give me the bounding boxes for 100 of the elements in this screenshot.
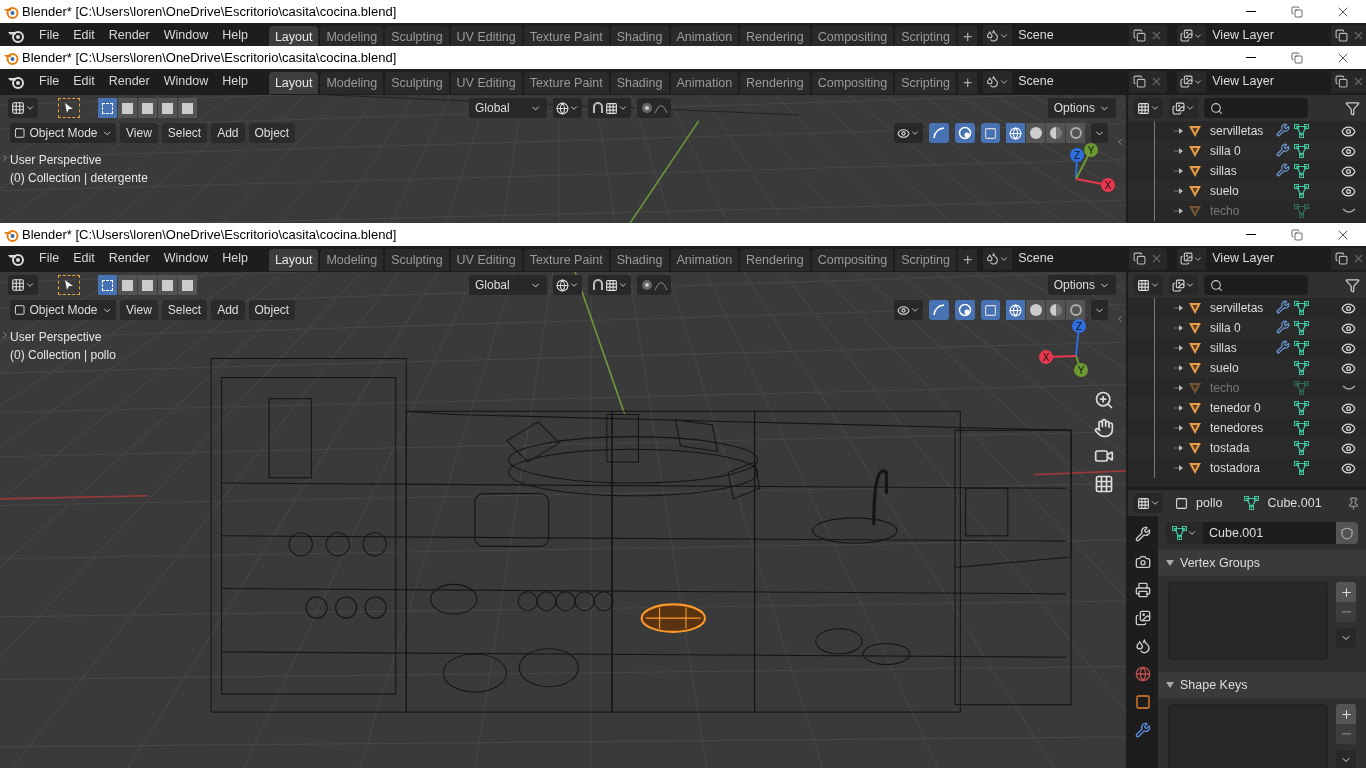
- eye-icon[interactable]: [1341, 440, 1356, 456]
- workspace-tab[interactable]: Scripting: [895, 249, 956, 271]
- scene-selector[interactable]: Scene: [983, 70, 1168, 93]
- workspace-tab[interactable]: UV Editing: [450, 249, 522, 271]
- wrench-icon[interactable]: [1276, 143, 1290, 157]
- specials-button[interactable]: [1336, 750, 1356, 768]
- workspace-tab[interactable]: Compositing: [811, 26, 894, 46]
- expand-sidebar-icon[interactable]: [1115, 314, 1125, 324]
- proportional-editing-button[interactable]: [637, 275, 671, 295]
- pivot-point-button[interactable]: [553, 275, 582, 295]
- workspace-tab[interactable]: Sculpting: [385, 72, 449, 94]
- scene-selector[interactable]: Scene: [983, 247, 1168, 270]
- mode-dropdown[interactable]: Object Mode: [10, 123, 116, 143]
- wrench-icon[interactable]: [1135, 722, 1151, 738]
- blender-menu-icon[interactable]: [7, 28, 25, 43]
- object-icon[interactable]: [1135, 694, 1151, 710]
- scene-selector[interactable]: Scene: [983, 24, 1168, 46]
- add-button[interactable]: [1336, 582, 1356, 602]
- selection-mode-button[interactable]: [138, 98, 157, 118]
- images-icon[interactable]: [1135, 610, 1151, 626]
- workspace-tab[interactable]: Modeling: [320, 72, 384, 94]
- workspace-tab[interactable]: Shading: [610, 72, 669, 94]
- tool-settings-button[interactable]: [8, 275, 38, 295]
- globe-icon[interactable]: [1135, 666, 1151, 682]
- display-mode-button[interactable]: [1169, 98, 1198, 118]
- workspace-tab[interactable]: Shading: [610, 249, 669, 271]
- mesh-name-field[interactable]: Cube.001: [1203, 522, 1336, 544]
- selection-mode-button[interactable]: [118, 275, 137, 295]
- tool-settings-button[interactable]: [8, 98, 38, 118]
- pin-icon[interactable]: [1347, 496, 1360, 510]
- workspace-tab[interactable]: Texture Paint: [523, 249, 609, 271]
- tool-icon[interactable]: [1135, 526, 1151, 542]
- gizmo-toggle-button[interactable]: [929, 123, 949, 143]
- workspace-tab[interactable]: Animation: [670, 72, 739, 94]
- viewport-menu-item[interactable]: Add: [211, 300, 245, 320]
- workspace-tab[interactable]: Animation: [670, 249, 739, 271]
- selection-mode-button[interactable]: [118, 98, 137, 118]
- options-dropdown[interactable]: Options: [1047, 98, 1116, 118]
- workspace-tab[interactable]: Compositing: [811, 249, 894, 271]
- eye-icon[interactable]: [1341, 320, 1356, 336]
- shading-mode-button[interactable]: [1006, 300, 1025, 320]
- axis-handle[interactable]: X: [1039, 350, 1077, 364]
- expand-toolbar-icon[interactable]: [0, 330, 10, 340]
- menu-item[interactable]: File: [32, 24, 67, 46]
- workspace-tab[interactable]: UV Editing: [450, 26, 522, 46]
- workspace-tab[interactable]: Texture Paint: [523, 72, 609, 94]
- transform-orientation-dropdown[interactable]: Global: [469, 98, 547, 118]
- workspace-tab[interactable]: Rendering: [740, 26, 810, 46]
- visibility-button[interactable]: [894, 123, 923, 143]
- selection-mode-button[interactable]: [98, 98, 117, 118]
- viewport-menu-item[interactable]: Select: [161, 123, 208, 143]
- display-mode-button[interactable]: [1169, 275, 1198, 295]
- shading-mode-button[interactable]: [1046, 123, 1065, 143]
- expand-sidebar-icon[interactable]: [1115, 137, 1125, 147]
- viewport-menu-item[interactable]: View: [120, 300, 158, 320]
- copy-icon[interactable]: [1133, 29, 1147, 42]
- workspace-tab[interactable]: Layout: [268, 249, 319, 271]
- expand-toolbar-icon[interactable]: [0, 153, 10, 163]
- eye-icon[interactable]: [1341, 340, 1356, 356]
- menu-item[interactable]: Window: [156, 70, 216, 93]
- axis-handle[interactable]: Z: [1072, 319, 1086, 357]
- eye-icon[interactable]: [1341, 420, 1356, 436]
- shading-mode-button[interactable]: [1046, 300, 1065, 320]
- workspace-tab[interactable]: Scripting: [895, 26, 956, 46]
- options-dropdown[interactable]: Options: [1047, 275, 1116, 295]
- gizmo-toggle-button[interactable]: [929, 300, 949, 320]
- blender-menu-icon[interactable]: [7, 74, 25, 89]
- hand-icon[interactable]: [1094, 418, 1114, 438]
- menu-item[interactable]: Help: [215, 70, 255, 93]
- shading-options-button[interactable]: [1091, 300, 1108, 320]
- menu-item[interactable]: Edit: [66, 247, 102, 270]
- workspace-tab[interactable]: Rendering: [740, 249, 810, 271]
- droplets-icon[interactable]: [1135, 638, 1151, 654]
- workspace-tab[interactable]: Scripting: [895, 72, 956, 94]
- menu-item[interactable]: Window: [156, 247, 216, 270]
- viewport-menu-item[interactable]: Object: [248, 300, 296, 320]
- zoom-icon[interactable]: [1094, 390, 1114, 410]
- eye-icon[interactable]: [1341, 183, 1356, 199]
- axis-handle[interactable]: X: [1075, 178, 1115, 192]
- eye-icon[interactable]: [1341, 143, 1356, 159]
- pivot-point-button[interactable]: [553, 98, 582, 118]
- menu-item[interactable]: File: [32, 70, 67, 93]
- workspace-tab[interactable]: Sculpting: [385, 249, 449, 271]
- wrench-icon[interactable]: [1276, 340, 1290, 354]
- overlay-toggle-button[interactable]: [955, 123, 975, 143]
- eye-icon[interactable]: [1341, 360, 1356, 376]
- remove-button[interactable]: [1336, 602, 1356, 622]
- view-layer-selector[interactable]: View Layer: [1177, 70, 1366, 93]
- workspace-tab[interactable]: Modeling: [320, 26, 384, 46]
- menu-item[interactable]: Help: [215, 24, 255, 46]
- viewport-menu-item[interactable]: Select: [161, 300, 208, 320]
- selection-mode-button[interactable]: [178, 98, 197, 118]
- menu-item[interactable]: File: [32, 247, 67, 270]
- eye-icon[interactable]: [1341, 400, 1356, 416]
- xray-toggle-button[interactable]: [981, 300, 1000, 320]
- workspace-tab[interactable]: Shading: [610, 26, 669, 46]
- camera-icon[interactable]: [1135, 554, 1151, 570]
- eye-icon[interactable]: [1341, 123, 1356, 139]
- selection-mode-button[interactable]: [98, 275, 117, 295]
- snap-button[interactable]: [588, 98, 631, 118]
